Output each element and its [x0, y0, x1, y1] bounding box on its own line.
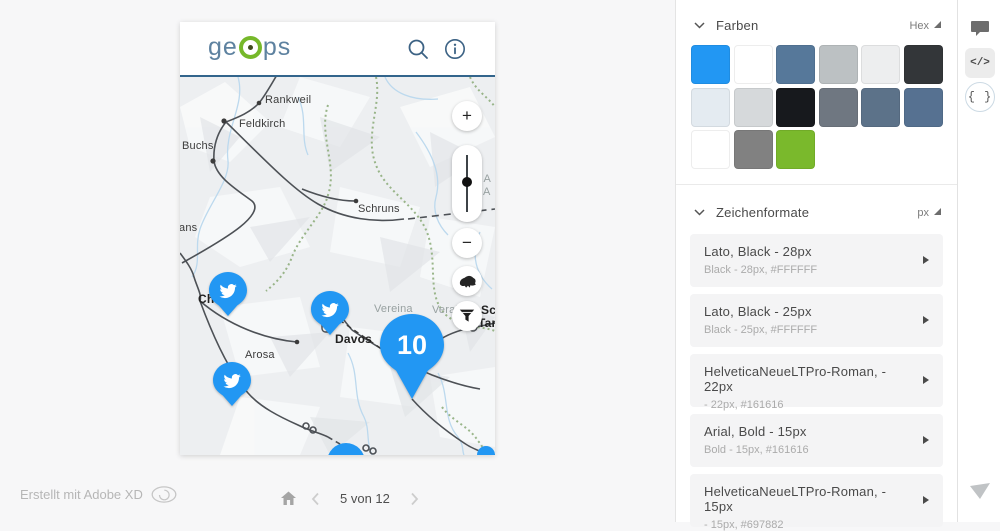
- prev-page-button[interactable]: [311, 492, 320, 506]
- color-swatch[interactable]: [776, 88, 815, 127]
- map-label: Buchs: [182, 140, 214, 152]
- colors-section-title: Farben: [716, 18, 758, 33]
- geops-logo: ge ps: [208, 35, 291, 60]
- map-label: Feldkirch: [239, 118, 285, 130]
- text-style-item[interactable]: Lato, Black - 28px Black - 28px, #FFFFFF: [690, 234, 943, 287]
- map-label: Scu: [481, 303, 495, 317]
- credit-label: Erstellt mit Adobe XD: [20, 487, 143, 502]
- braces-icon: { }: [968, 90, 993, 104]
- twitter-pin-marker[interactable]: [212, 361, 252, 412]
- zoom-in-button[interactable]: +: [452, 101, 482, 131]
- logo-o-icon: [239, 36, 262, 59]
- text-style-list: Lato, Black - 28pxBlack - 28px, #FFFFFFL…: [690, 234, 943, 527]
- code-icon: </>: [970, 57, 990, 69]
- color-swatch[interactable]: [691, 130, 730, 169]
- text-style-detail: - 15px, #697882: [704, 519, 913, 531]
- cursor-triangle-icon: [969, 483, 991, 500]
- color-swatch[interactable]: [734, 130, 773, 169]
- color-swatch[interactable]: [861, 88, 900, 127]
- color-swatch[interactable]: [819, 88, 858, 127]
- color-swatch[interactable]: [776, 45, 815, 84]
- color-swatch[interactable]: [904, 45, 943, 84]
- map-label: Rankweil: [265, 94, 311, 106]
- comment-bubble-icon: [970, 20, 990, 38]
- color-swatch[interactable]: [861, 45, 900, 84]
- scroll-hint-button[interactable]: [965, 476, 995, 506]
- color-swatch[interactable]: [904, 88, 943, 127]
- map-label: Arosa: [245, 349, 275, 361]
- animal-layer-button[interactable]: [452, 266, 482, 296]
- adobe-xd-credit: Erstellt mit Adobe XD: [20, 486, 177, 503]
- specs-mode-button[interactable]: </>: [965, 48, 995, 78]
- text-style-name: Lato, Black - 28px: [704, 244, 913, 259]
- text-style-name: Arial, Bold - 15px: [704, 424, 913, 439]
- tool-rail: </> { }: [958, 0, 1000, 522]
- typography-section-title: Zeichenformate: [716, 205, 809, 220]
- filter-button[interactable]: [452, 301, 482, 331]
- home-button[interactable]: [280, 491, 297, 506]
- color-swatch[interactable]: [776, 130, 815, 169]
- next-page-button[interactable]: [410, 492, 419, 506]
- colors-unit-dropdown[interactable]: Hex: [909, 20, 941, 32]
- dropdown-corner-icon: [934, 21, 941, 28]
- expand-arrow-icon[interactable]: [923, 496, 929, 504]
- color-swatch[interactable]: [691, 45, 730, 84]
- expand-arrow-icon[interactable]: [923, 376, 929, 384]
- text-style-name: Lato, Black - 25px: [704, 304, 913, 319]
- colors-section-header[interactable]: Farben Hex: [676, 0, 957, 45]
- expand-arrow-icon[interactable]: [923, 256, 929, 264]
- zoom-slider-handle[interactable]: [462, 177, 472, 187]
- zoom-slider[interactable]: [452, 145, 482, 222]
- twitter-pin-marker[interactable]: [310, 290, 350, 341]
- comments-button[interactable]: [965, 14, 995, 44]
- typography-unit-label: px: [917, 207, 929, 219]
- text-style-item[interactable]: Lato, Black - 25px Black - 25px, #FFFFFF: [690, 294, 943, 347]
- text-style-name: HelveticaNeueLTPro-Roman, - 22px: [704, 364, 913, 394]
- text-style-detail: Bold - 15px, #161616: [704, 444, 913, 456]
- app-header: ge ps: [180, 22, 495, 77]
- preview-area: ge ps: [0, 0, 676, 522]
- creative-cloud-icon: [151, 486, 177, 503]
- svg-text:10: 10: [397, 330, 427, 360]
- logo-text-ps: ps: [263, 35, 291, 60]
- map-canvas[interactable]: RankweilFeldkirchBuchsansSchrunsl. An AC…: [180, 77, 495, 455]
- page-indicator: 5 von 12: [340, 491, 390, 506]
- map-label: Schruns: [358, 203, 400, 215]
- zoom-out-button[interactable]: −: [452, 228, 482, 258]
- color-swatch[interactable]: [734, 88, 773, 127]
- info-icon[interactable]: [444, 38, 466, 60]
- color-swatch[interactable]: [819, 45, 858, 84]
- specs-panel: Farben Hex Zeichenformate px Lato, Black…: [676, 0, 958, 522]
- search-icon[interactable]: [407, 38, 429, 60]
- typography-section-header[interactable]: Zeichenformate px: [676, 185, 957, 232]
- chevron-down-icon: [694, 22, 705, 29]
- expand-arrow-icon[interactable]: [923, 316, 929, 324]
- variables-button[interactable]: { }: [965, 82, 995, 112]
- dropdown-corner-icon: [934, 208, 941, 215]
- design-artboard: ge ps: [180, 22, 495, 455]
- filter-icon: [459, 308, 475, 324]
- color-swatch[interactable]: [691, 88, 730, 127]
- expand-arrow-icon[interactable]: [923, 436, 929, 444]
- text-style-detail: Black - 28px, #FFFFFF: [704, 264, 913, 276]
- twitter-pin-marker[interactable]: [208, 271, 248, 322]
- chevron-down-icon: [694, 209, 705, 216]
- text-style-detail: - 22px, #161616: [704, 399, 913, 411]
- text-style-detail: Black - 25px, #FFFFFF: [704, 324, 913, 336]
- colors-unit-label: Hex: [909, 20, 929, 32]
- color-swatch-grid: [691, 45, 943, 169]
- animal-icon: [458, 274, 477, 289]
- text-style-name: HelveticaNeueLTPro-Roman, - 15px: [704, 484, 913, 514]
- typography-unit-dropdown[interactable]: px: [917, 207, 941, 219]
- map-label: ans: [180, 222, 197, 234]
- color-swatch[interactable]: [734, 45, 773, 84]
- text-style-item[interactable]: HelveticaNeueLTPro-Roman, - 22px- 22px, …: [690, 354, 943, 407]
- logo-text-ge: ge: [208, 35, 238, 60]
- cluster-marker[interactable]: 10: [377, 311, 447, 406]
- artboard-pager: 5 von 12: [280, 491, 419, 506]
- text-style-item[interactable]: HelveticaNeueLTPro-Roman, - 15px- 15px, …: [690, 474, 943, 527]
- text-style-item[interactable]: Arial, Bold - 15px Bold - 15px, #161616: [690, 414, 943, 467]
